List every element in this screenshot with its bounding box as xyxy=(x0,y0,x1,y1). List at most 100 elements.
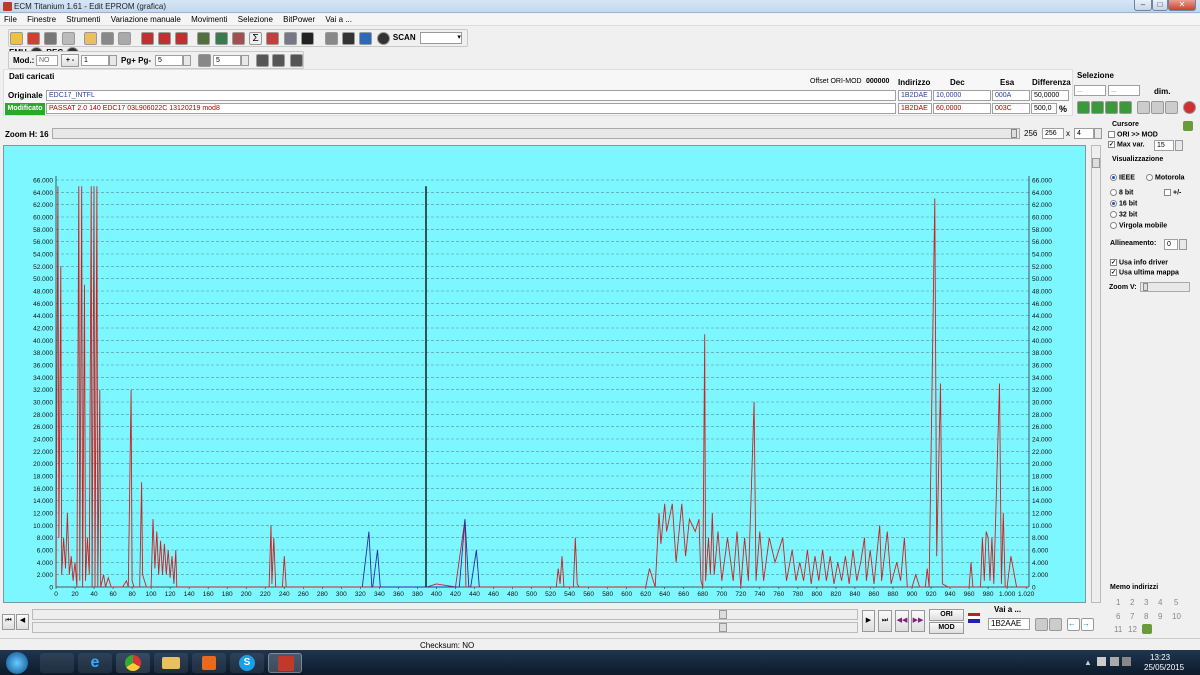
grid-icon[interactable] xyxy=(1035,618,1048,631)
grid2-icon[interactable] xyxy=(1049,618,1062,631)
save-icon[interactable] xyxy=(44,32,58,45)
allineamento-field[interactable]: 0 xyxy=(1164,239,1178,250)
next-page-button[interactable]: ▶ xyxy=(862,610,875,632)
copy-icon[interactable] xyxy=(1137,101,1150,114)
max-var-field[interactable]: 15 xyxy=(1154,140,1174,151)
chip-icon[interactable] xyxy=(118,32,132,45)
vai-field[interactable]: 1B2AAE xyxy=(988,618,1030,630)
menu-variazione-manuale[interactable]: Variazione manuale xyxy=(107,14,185,25)
open-icon[interactable] xyxy=(27,32,41,45)
list-icon[interactable] xyxy=(283,32,297,45)
step-icon[interactable] xyxy=(198,54,211,67)
memo-11[interactable]: 11 xyxy=(1114,625,1122,634)
memo-5[interactable]: 5 xyxy=(1174,598,1178,607)
menu-finestre[interactable]: Finestre xyxy=(23,14,60,25)
ieee-radio[interactable]: IEEE xyxy=(1110,174,1135,181)
memo-12[interactable]: 12 xyxy=(1128,625,1137,634)
menu-bitpower[interactable]: BitPower xyxy=(279,14,319,25)
zoom-height-field[interactable]: 256 xyxy=(1042,128,1064,139)
sign-checkbox[interactable]: +/- xyxy=(1164,189,1181,196)
zoom-h-thumb[interactable] xyxy=(1011,129,1017,138)
taskbar-notepad-icon[interactable] xyxy=(40,653,74,673)
selezione-end[interactable]: ... xyxy=(1108,85,1140,96)
arrow-left-icon[interactable]: ← xyxy=(1067,618,1080,631)
taskbar-chrome-icon[interactable] xyxy=(116,653,150,673)
selezione-start[interactable]: ... xyxy=(1074,85,1106,96)
graph-area[interactable]: 0 0 2.000 2.000 4.000 4.000 6.000 6.000 8.000 8.0… xyxy=(3,145,1086,603)
binoculars-icon[interactable] xyxy=(300,32,314,45)
memo-10[interactable]: 10 xyxy=(1172,612,1181,621)
edit-icon[interactable] xyxy=(231,32,245,45)
paste-icon[interactable] xyxy=(1151,101,1164,114)
sel-end-icon[interactable] xyxy=(1105,101,1118,114)
zoom-mult-spinner[interactable] xyxy=(1094,128,1102,139)
ori-button[interactable]: ORI xyxy=(929,609,964,621)
gear-icon[interactable] xyxy=(376,32,390,45)
memo-3[interactable]: 3 xyxy=(1144,598,1148,607)
sel-all-icon[interactable] xyxy=(1119,101,1132,114)
memo-9[interactable]: 9 xyxy=(1158,612,1162,621)
last-page-button[interactable]: ⏭ xyxy=(878,610,892,632)
tray-network-icon[interactable] xyxy=(1110,657,1119,666)
pg-field[interactable]: 5 xyxy=(155,55,183,66)
window2-icon[interactable] xyxy=(272,54,285,67)
compare-icon[interactable] xyxy=(157,32,171,45)
vertical-scrollbar[interactable] xyxy=(1091,145,1101,603)
motorola-radio[interactable]: Motorola xyxy=(1146,174,1185,181)
allineamento-spinner[interactable] xyxy=(1179,239,1187,250)
plusminus-field[interactable]: 1 xyxy=(81,55,109,66)
arrow-right-icon[interactable]: → xyxy=(1081,618,1094,631)
tray-volume-icon[interactable] xyxy=(1122,657,1131,666)
memo-8[interactable]: 8 xyxy=(1144,612,1148,621)
menu-selezione[interactable]: Selezione xyxy=(234,14,277,25)
next-diff-button[interactable]: ▶▶ xyxy=(911,610,925,632)
sel-mid-icon[interactable] xyxy=(1091,101,1104,114)
hscroll-top-thumb[interactable] xyxy=(719,610,727,619)
tool-icon[interactable] xyxy=(359,32,373,45)
memo-6[interactable]: 6 xyxy=(1116,612,1120,621)
step-field[interactable]: 5 xyxy=(213,55,241,66)
horizontal-scrollbar-top[interactable] xyxy=(32,609,858,620)
pg-spinner[interactable] xyxy=(183,55,191,66)
menu-file[interactable]: File xyxy=(0,14,21,25)
hscroll-bottom-thumb[interactable] xyxy=(719,623,727,632)
disk-icon[interactable] xyxy=(61,32,75,45)
mod-field[interactable]: NO xyxy=(36,55,58,66)
menu-vai-a[interactable]: Vai a ... xyxy=(321,14,356,25)
memo-2[interactable]: 2 xyxy=(1130,598,1134,607)
trash-icon[interactable] xyxy=(324,32,338,45)
cursor-icon[interactable] xyxy=(1183,121,1193,131)
usa-ultima-checkbox[interactable]: ✓ Usa ultima mappa xyxy=(1110,269,1179,276)
menu-strumenti[interactable]: Strumenti xyxy=(62,14,104,25)
virgola-radio[interactable]: Virgola mobile xyxy=(1110,222,1167,229)
zoom-h-slider[interactable] xyxy=(52,128,1020,139)
start-button-icon[interactable] xyxy=(6,652,28,674)
usa-info-checkbox[interactable]: ✓ Usa info driver xyxy=(1110,259,1168,266)
eprom-chart[interactable]: 0 0 2.000 2.000 4.000 4.000 6.000 6.000 8.000 8.0… xyxy=(4,146,1087,604)
taskbar-ecm-icon[interactable] xyxy=(268,653,302,673)
step-spinner[interactable] xyxy=(241,55,249,66)
32bit-radio[interactable]: 32 bit xyxy=(1110,211,1137,218)
menu-movimenti[interactable]: Movimenti xyxy=(187,14,231,25)
bug-icon[interactable] xyxy=(342,32,356,45)
16bit-radio[interactable]: 16 bit xyxy=(1110,200,1137,207)
zoom-mult-field[interactable]: 4 xyxy=(1074,128,1094,139)
taskbar-explorer-icon[interactable] xyxy=(154,653,188,673)
calc-icon[interactable] xyxy=(214,32,228,45)
taskbar-ie-icon[interactable]: e xyxy=(78,653,112,673)
ori-mod-checkbox[interactable]: ORI >> MOD xyxy=(1108,131,1158,138)
table-icon[interactable] xyxy=(197,32,211,45)
vertical-scroll-thumb[interactable] xyxy=(1092,158,1100,168)
memo-1[interactable]: 1 xyxy=(1116,598,1120,607)
max-var-checkbox[interactable]: ✓ Max var. xyxy=(1108,141,1145,148)
graph-icon[interactable] xyxy=(266,32,280,45)
sigma-icon[interactable]: Σ xyxy=(249,32,263,45)
minimize-button[interactable]: – xyxy=(1134,0,1152,11)
maximize-button[interactable]: □ xyxy=(1152,0,1168,11)
home-icon[interactable] xyxy=(10,32,23,45)
close-button[interactable]: ✕ xyxy=(1168,0,1196,11)
map-icon[interactable] xyxy=(175,32,189,45)
memo-save-icon[interactable] xyxy=(1142,624,1152,634)
taskbar-media-icon[interactable] xyxy=(192,653,226,673)
plusminus-button[interactable]: + - xyxy=(61,54,79,67)
